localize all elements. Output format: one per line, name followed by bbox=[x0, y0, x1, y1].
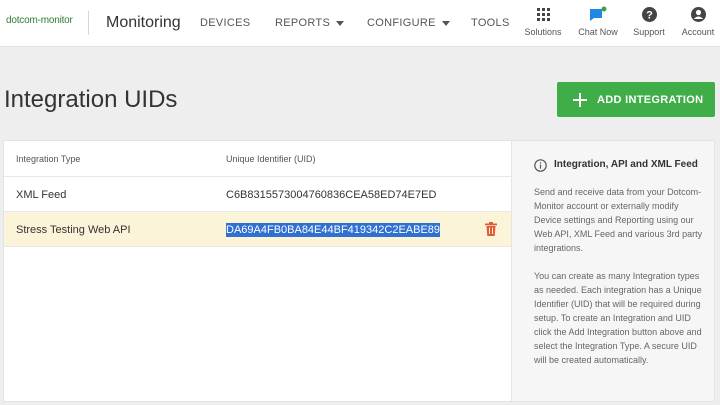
solutions-label: Solutions bbox=[524, 27, 562, 37]
nav-devices[interactable]: DEVICES bbox=[200, 17, 250, 29]
uid-cell[interactable]: C6B8315573004760836CEA58ED74E7ED bbox=[226, 189, 436, 201]
integrations-table: Integration Type Unique Identifier (UID)… bbox=[4, 141, 511, 401]
add-integration-label: ADD INTEGRATION bbox=[597, 93, 704, 106]
top-navigation-bar: dotcom-monitor Monitoring DEVICES REPORT… bbox=[0, 0, 720, 47]
logo[interactable]: dotcom-monitor bbox=[6, 15, 73, 26]
table-row[interactable]: Stress Testing Web API DA69A4FB0BA84E44B… bbox=[4, 212, 511, 247]
help-icon: ? bbox=[641, 7, 657, 22]
support-button[interactable]: ? Support bbox=[624, 6, 674, 37]
plus-icon bbox=[573, 92, 587, 107]
page-title: Integration UIDs bbox=[4, 86, 178, 113]
chat-now-button[interactable]: Chat Now bbox=[573, 6, 623, 37]
info-side-panel: Integration, API and XML Feed Send and r… bbox=[511, 141, 714, 401]
solutions-button[interactable]: Solutions bbox=[518, 6, 568, 37]
add-integration-button[interactable]: ADD INTEGRATION bbox=[557, 82, 715, 117]
account-label: Account bbox=[681, 27, 715, 37]
column-header-uid: Unique Identifier (UID) bbox=[226, 154, 316, 164]
table-header: Integration Type Unique Identifier (UID) bbox=[4, 141, 511, 177]
column-header-integration-type: Integration Type bbox=[16, 154, 81, 164]
integration-type-cell: Stress Testing Web API bbox=[16, 224, 131, 236]
chat-icon bbox=[590, 6, 607, 21]
account-icon bbox=[690, 7, 706, 22]
nav-tools[interactable]: TOOLS bbox=[471, 17, 510, 29]
chevron-down-icon bbox=[336, 20, 345, 26]
header-divider bbox=[88, 11, 89, 35]
account-button[interactable]: Account bbox=[673, 6, 720, 37]
trash-icon[interactable] bbox=[485, 222, 497, 236]
info-icon bbox=[534, 159, 547, 172]
side-panel-paragraph-1: Send and receive data from your Dotcom-M… bbox=[534, 187, 703, 253]
support-label: Support bbox=[633, 27, 665, 37]
table-row[interactable]: XML Feed C6B8315573004760836CEA58ED74E7E… bbox=[4, 177, 511, 212]
nav-reports[interactable]: REPORTS bbox=[275, 17, 345, 29]
app-title: Monitoring bbox=[106, 14, 181, 31]
integrations-card: Integration Type Unique Identifier (UID)… bbox=[3, 140, 715, 402]
side-panel-paragraph-2: You can create as many Integration types… bbox=[534, 271, 702, 365]
grid-icon bbox=[536, 8, 550, 21]
side-panel-title: Integration, API and XML Feed bbox=[554, 159, 698, 170]
selected-uid-text[interactable]: DA69A4FB0BA84E44BF419342C2EABE89 bbox=[226, 223, 441, 237]
uid-cell[interactable]: DA69A4FB0BA84E44BF419342C2EABE89 bbox=[226, 223, 441, 237]
side-panel-heading: Integration, API and XML Feed bbox=[534, 159, 698, 172]
chevron-down-icon bbox=[441, 20, 450, 26]
chat-now-label: Chat Now bbox=[578, 27, 618, 37]
integration-type-cell: XML Feed bbox=[16, 189, 67, 201]
nav-configure[interactable]: CONFIGURE bbox=[367, 17, 450, 29]
svg-text:?: ? bbox=[646, 10, 653, 22]
